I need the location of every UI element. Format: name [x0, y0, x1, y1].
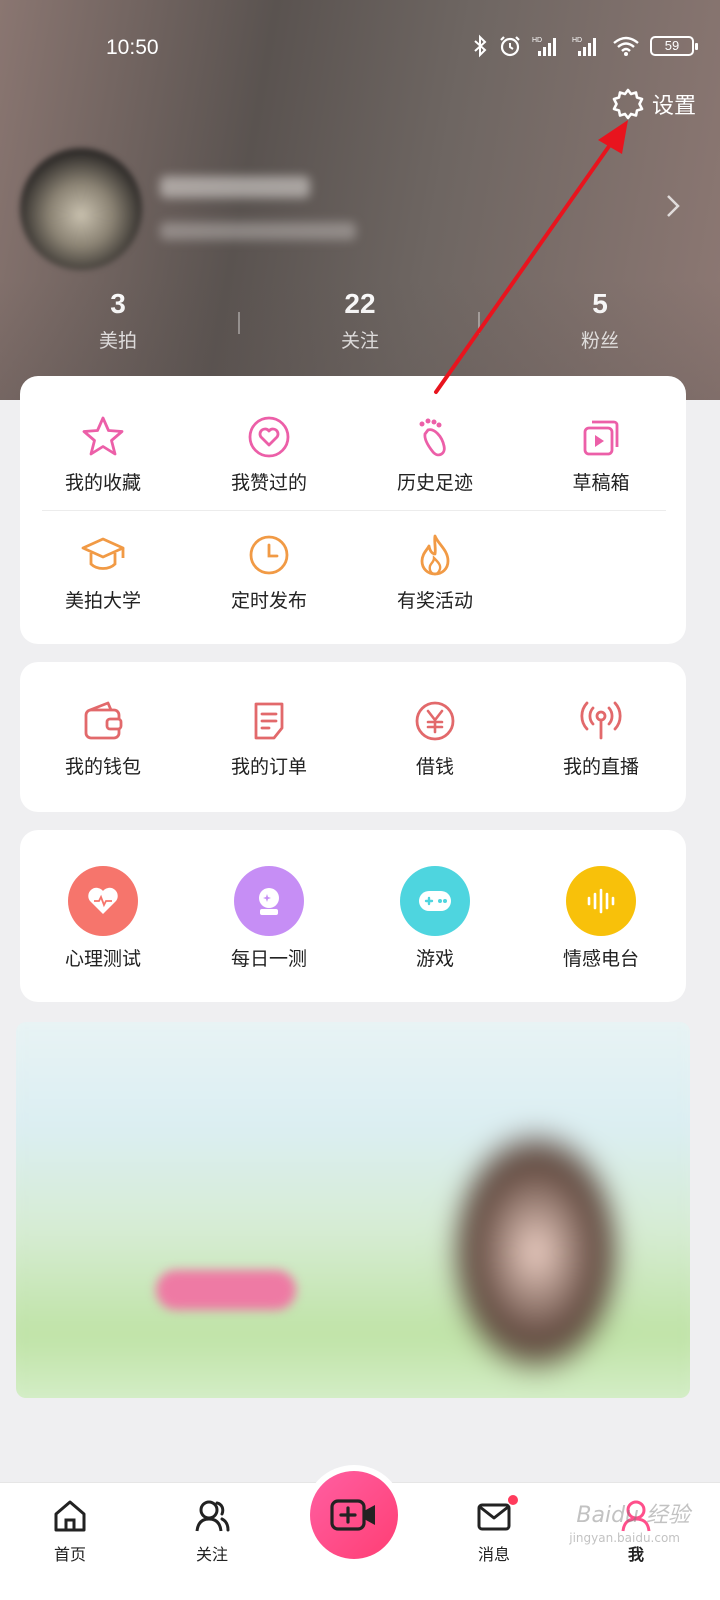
promo-banner[interactable]: [16, 1022, 690, 1398]
menu-item-label: 借钱: [415, 756, 454, 778]
video-add-icon: [330, 1499, 375, 1531]
nav-home[interactable]: 首页: [30, 1497, 110, 1565]
order-icon: [254, 702, 284, 740]
status-icons: HD HD 59: [472, 34, 698, 58]
menu-item-label: 游戏: [415, 948, 454, 970]
clock-icon: [249, 535, 289, 575]
stat-divider: [238, 312, 240, 334]
nav-follow[interactable]: 关注: [172, 1497, 252, 1565]
stat-following[interactable]: 22 关注: [280, 288, 440, 353]
stat-divider: [478, 312, 480, 334]
menu-card-fun: 心理测试 每日一测 游戏 情感电台: [20, 830, 686, 1002]
menu-item-label: 每日一测: [230, 948, 307, 970]
menu-item-label: 历史足迹: [396, 472, 473, 494]
heart-icon: [248, 416, 290, 458]
broadcast-icon: [580, 701, 622, 740]
menu-item-label: 有奖活动: [396, 590, 473, 612]
stat-value: 22: [344, 288, 376, 319]
svg-text:HD: HD: [572, 37, 582, 44]
yuan-icon: [415, 701, 455, 741]
nav-label: 关注: [195, 1545, 228, 1564]
wallet-icon: [84, 701, 123, 740]
menu-item-favorites[interactable]: 我的收藏: [20, 414, 186, 495]
menu-item-live[interactable]: 我的直播: [518, 698, 684, 779]
nav-label: 首页: [53, 1545, 86, 1564]
banner-cta-button[interactable]: [156, 1270, 296, 1310]
stat-posts[interactable]: 3 美拍: [38, 288, 198, 353]
menu-item-games[interactable]: 游戏: [352, 866, 518, 971]
graduation-cap-icon: [81, 537, 125, 570]
menu-item-label: 美拍大学: [64, 590, 141, 612]
users-icon: [195, 1500, 230, 1532]
menu-card-content: 我的收藏 我赞过的 历史足迹 草稿箱 美拍大学 定时发布 有奖活动: [20, 376, 686, 644]
avatar[interactable]: [20, 148, 142, 270]
stat-followers[interactable]: 5 粉丝: [520, 288, 680, 353]
menu-item-drafts[interactable]: 草稿箱: [518, 414, 684, 495]
nav-label: 消息: [477, 1545, 510, 1564]
status-time: 10:50: [106, 36, 159, 59]
menu-item-history[interactable]: 历史足迹: [352, 414, 518, 495]
menu-item-label: 心理测试: [64, 948, 141, 970]
gear-icon: [612, 88, 644, 120]
menu-item-label: 定时发布: [230, 590, 307, 612]
chevron-right-icon[interactable]: [666, 194, 680, 218]
menu-item-events[interactable]: 有奖活动: [352, 532, 518, 613]
bluetooth-icon: [474, 34, 487, 58]
status-bar: 10:50 HD HD 59: [0, 30, 720, 66]
menu-item-label: 我的钱包: [64, 756, 141, 778]
stat-value: 3: [110, 288, 126, 319]
wifi-icon: [613, 36, 639, 56]
menu-item-label: 我的收藏: [64, 472, 141, 494]
mail-icon: [477, 1503, 511, 1531]
drafts-icon: [583, 420, 619, 456]
stat-value: 5: [592, 288, 608, 319]
star-icon: [82, 416, 124, 456]
home-icon: [54, 1500, 86, 1532]
menu-item-label: 我的订单: [230, 756, 307, 778]
menu-item-daily-test[interactable]: 每日一测: [186, 866, 352, 971]
watermark-subtext: jingyan.baidu.com: [569, 1531, 680, 1545]
battery-indicator: 59: [650, 36, 698, 56]
flame-icon: [420, 534, 450, 576]
menu-card-finance: 我的钱包 我的订单 借钱 我的直播: [20, 662, 686, 812]
menu-item-orders[interactable]: 我的订单: [186, 698, 352, 779]
menu-item-liked[interactable]: 我赞过的: [186, 414, 352, 495]
stat-label: 美拍: [98, 330, 137, 352]
profile-stats: 3 美拍 22 关注 5 粉丝: [0, 288, 720, 368]
svg-text:HD: HD: [532, 37, 542, 44]
banner-image: [16, 1022, 690, 1398]
username-blurred: [160, 176, 310, 198]
menu-item-psych-test[interactable]: 心理测试: [20, 866, 186, 971]
soundwave-icon: [566, 866, 636, 936]
gamepad-icon: [400, 866, 470, 936]
unread-dot: [508, 1495, 518, 1505]
menu-item-scheduled[interactable]: 定时发布: [186, 532, 352, 613]
heartbeat-icon: [68, 866, 138, 936]
footprint-icon: [419, 418, 446, 457]
crystal-ball-icon: [234, 866, 304, 936]
menu-item-loan[interactable]: 借钱: [352, 698, 518, 779]
create-video-button[interactable]: [310, 1471, 398, 1559]
settings-label: 设置: [651, 94, 696, 119]
stat-label: 关注: [340, 330, 379, 352]
watermark-text: Baidu 经验: [576, 1503, 690, 1528]
signal-icon: HD: [532, 37, 556, 56]
nav-messages[interactable]: 消息: [454, 1495, 534, 1565]
menu-item-university[interactable]: 美拍大学: [20, 532, 186, 613]
signal-icon-2: HD: [572, 37, 596, 56]
menu-item-label: 我赞过的: [230, 472, 307, 494]
alarm-icon: [500, 36, 520, 57]
menu-item-label: 我的直播: [562, 756, 639, 778]
menu-item-label: 情感电台: [562, 948, 639, 970]
bottom-nav: 首页 关注 消息 我 Baidu 经验 jingyan.baidu.com: [0, 1471, 720, 1600]
menu-item-radio[interactable]: 情感电台: [518, 866, 684, 971]
menu-item-wallet[interactable]: 我的钱包: [20, 698, 186, 779]
menu-item-label: 草稿箱: [572, 472, 630, 494]
profile-header: 10:50 HD HD 59 设置 3 美拍 22 关注 5 粉丝: [0, 0, 720, 400]
settings-button[interactable]: 设置: [612, 88, 696, 120]
user-id-blurred: [160, 222, 356, 240]
stat-label: 粉丝: [580, 330, 619, 352]
menu-divider: [42, 510, 666, 511]
